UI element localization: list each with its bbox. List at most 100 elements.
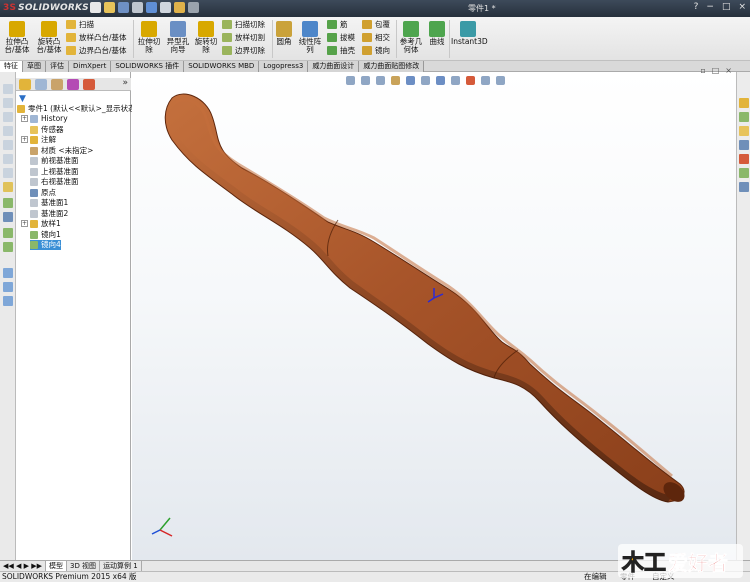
- toolbar-icon[interactable]: [3, 228, 13, 238]
- app-logo[interactable]: 3S SOLIDWORKS: [3, 1, 89, 16]
- toolbar-icon[interactable]: [3, 282, 13, 292]
- fillet-button[interactable]: 圆角: [274, 21, 294, 46]
- toolbar-icon[interactable]: [3, 198, 13, 208]
- configuration-manager-tab-icon[interactable]: [51, 79, 63, 90]
- expand-toggle-icon[interactable]: +: [21, 136, 28, 143]
- feature-manager-tab-icon[interactable]: [19, 79, 31, 90]
- bottom-tab-3[interactable]: 运动算例 1: [100, 561, 142, 571]
- command-tab-1[interactable]: 草图: [23, 61, 46, 72]
- tree-item[interactable]: + 放样1: [21, 219, 61, 229]
- toolbar-icon[interactable]: [3, 296, 13, 306]
- appearances-icon[interactable]: [739, 154, 749, 164]
- draft-button[interactable]: 拔模: [327, 32, 355, 43]
- tree-item[interactable]: 上视基准面: [30, 167, 79, 177]
- extrude-boss-button[interactable]: 拉伸凸 台/基体: [2, 21, 32, 54]
- toolbar-icon[interactable]: [3, 154, 13, 164]
- tree-item[interactable]: 前视基准面: [30, 156, 79, 166]
- command-tab-3[interactable]: DimXpert: [69, 61, 112, 72]
- expand-toggle-icon[interactable]: +: [21, 115, 28, 122]
- tree-item[interactable]: 右视基准面: [30, 177, 79, 187]
- boundary-cut-button[interactable]: 边界切除: [222, 45, 265, 56]
- command-tab-8[interactable]: 威力曲面贴图修改: [359, 61, 425, 72]
- shell-button[interactable]: 抽壳: [327, 45, 355, 56]
- print-icon[interactable]: [132, 2, 143, 13]
- extrude-cut-button[interactable]: 拉伸切除: [136, 21, 162, 54]
- maximize-button[interactable]: □: [722, 2, 731, 12]
- toolbar-icon[interactable]: [3, 182, 13, 192]
- boundary-boss-button[interactable]: 边界凸台/基体: [66, 45, 127, 56]
- tab-scroll-controls[interactable]: ◀◀ ◀ ▶ ▶▶: [0, 561, 46, 571]
- tree-item[interactable]: + History: [21, 114, 68, 124]
- tree-item[interactable]: 原点: [30, 188, 56, 198]
- undo-icon[interactable]: [146, 2, 157, 13]
- mirror-button[interactable]: 镜向: [362, 45, 390, 56]
- dimxpert-manager-tab-icon[interactable]: [67, 79, 79, 90]
- intersect-button[interactable]: 相交: [362, 32, 390, 43]
- revolve-cut-button[interactable]: 旋转切除: [193, 21, 219, 54]
- toolbar-icon[interactable]: [3, 140, 13, 150]
- command-tab-2[interactable]: 评估: [46, 61, 69, 72]
- command-tab-5[interactable]: SOLIDWORKS MBD: [184, 61, 260, 72]
- revolve-boss-button[interactable]: 旋转凸 台/基体: [33, 21, 65, 54]
- rib-button[interactable]: 筋: [327, 19, 348, 30]
- curves-button[interactable]: 曲线: [426, 21, 448, 46]
- solidworks-resources-icon[interactable]: [739, 98, 749, 108]
- swept-cut-button[interactable]: 扫描切除: [222, 19, 265, 30]
- lofted-cut-button[interactable]: 放样切割: [222, 32, 265, 43]
- wrap-icon: [362, 20, 372, 29]
- minimize-button[interactable]: −: [706, 2, 714, 12]
- toolbar-icon[interactable]: [3, 268, 13, 278]
- boundary-cut-label: 边界切除: [235, 46, 265, 55]
- tree-root[interactable]: 零件1 (默认<<默认>_显示状态: [17, 104, 136, 114]
- file-explorer-icon[interactable]: [739, 126, 749, 136]
- command-tab-0[interactable]: 特征: [0, 61, 23, 72]
- bottom-tab-2[interactable]: 3D 视图: [67, 561, 101, 571]
- tree-item[interactable]: 镜向1: [30, 230, 61, 240]
- command-tab-7[interactable]: 威力曲面设计: [308, 61, 360, 72]
- toolbar-icon[interactable]: [3, 126, 13, 136]
- view-palette-icon[interactable]: [739, 140, 749, 150]
- toolbar-icon[interactable]: [3, 212, 13, 222]
- design-library-icon[interactable]: [739, 112, 749, 122]
- command-tab-4[interactable]: SOLIDWORKS 插件: [111, 61, 185, 72]
- instant3d-button[interactable]: Instant3D: [451, 21, 488, 46]
- select-icon[interactable]: [160, 2, 171, 13]
- sweep-button[interactable]: 扫描: [66, 19, 94, 30]
- new-icon[interactable]: [90, 2, 101, 13]
- toolbar-icon[interactable]: [3, 98, 13, 108]
- forum-icon[interactable]: [739, 182, 749, 192]
- custom-properties-icon[interactable]: [739, 168, 749, 178]
- toolbar-icon[interactable]: [3, 168, 13, 178]
- more-tabs-icon[interactable]: »: [122, 78, 128, 88]
- tree-item[interactable]: + 注解: [21, 135, 56, 145]
- hole-wizard-button[interactable]: 异型孔 向导: [164, 21, 192, 54]
- graphics-viewport[interactable]: ▫ □ ×: [132, 66, 736, 560]
- filter-icon[interactable]: ▼: [19, 94, 26, 104]
- expand-toggle-icon[interactable]: +: [21, 220, 28, 227]
- tree-item[interactable]: 传感器: [30, 125, 64, 135]
- open-icon[interactable]: [104, 2, 115, 13]
- wooden-chair-leg-model[interactable]: [164, 93, 688, 506]
- command-tab-6[interactable]: Logopress3: [259, 61, 309, 72]
- toolbar-icon[interactable]: [3, 242, 13, 252]
- boundary-cut-icon: [222, 46, 232, 55]
- help-button[interactable]: ?: [694, 2, 699, 12]
- wrap-button[interactable]: 包覆: [362, 19, 390, 30]
- tree-item[interactable]: 材质 <未指定>: [30, 146, 93, 156]
- save-icon[interactable]: [118, 2, 129, 13]
- tree-item[interactable]: 基准面2: [30, 209, 68, 219]
- property-manager-tab-icon[interactable]: [35, 79, 47, 90]
- bottom-tab-1[interactable]: 模型: [45, 561, 67, 571]
- rebuild-icon[interactable]: [174, 2, 185, 13]
- options-icon[interactable]: [188, 2, 199, 13]
- close-button[interactable]: ×: [738, 2, 746, 12]
- display-manager-tab-icon[interactable]: [83, 79, 95, 90]
- toolbar-icon[interactable]: [3, 112, 13, 122]
- linear-pattern-icon: [302, 21, 318, 37]
- toolbar-icon[interactable]: [3, 84, 13, 94]
- reference-geometry-button[interactable]: 参考几 何体: [398, 21, 424, 54]
- tree-item[interactable]: 镜向4: [30, 240, 61, 250]
- linear-pattern-button[interactable]: 线性阵列: [297, 21, 323, 54]
- loft-button[interactable]: 放样凸台/基体: [66, 32, 127, 43]
- tree-item[interactable]: 基准面1: [30, 198, 68, 208]
